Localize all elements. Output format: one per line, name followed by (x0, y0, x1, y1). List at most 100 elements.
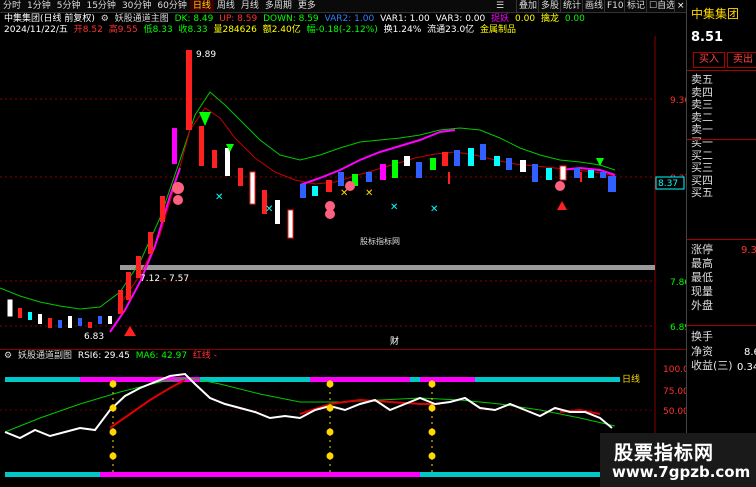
wealth-badge-icon (325, 209, 335, 219)
candle (442, 152, 448, 166)
stats-button[interactable]: 统计 (560, 0, 583, 12)
butterfly-icon: ✕ (265, 204, 273, 215)
catch-demon-label: 捉妖 (491, 14, 510, 24)
bar-date: 2024/11/22/五 (4, 25, 68, 35)
panel-stock-name: 中集集团 (691, 7, 740, 21)
period-tab-monthly[interactable]: 月线 (238, 0, 262, 12)
candle (287, 209, 294, 239)
candle (68, 316, 72, 328)
candle (108, 316, 112, 324)
stat-row: 现量 (691, 285, 713, 298)
butterfly-icon: ✕ (365, 188, 373, 199)
finance-marker: 财 (390, 335, 399, 347)
period-tab-30min[interactable]: 30分钟 (119, 0, 154, 12)
candle (199, 126, 204, 166)
bar-change: 幅-0.18(-2.12%) (306, 25, 378, 35)
candle (58, 320, 62, 328)
candle (338, 172, 344, 186)
candle (172, 128, 177, 164)
candle (559, 165, 567, 181)
spike-mark (580, 172, 582, 182)
dragon-value: 0.00 (564, 14, 585, 24)
candle (275, 200, 280, 224)
overlay-button[interactable]: 叠加 (516, 0, 539, 12)
coin-icon (326, 380, 334, 388)
butterfly-icon: ✕ (430, 204, 438, 215)
range-label: 7.12 - 7.57 (140, 274, 189, 284)
coin-icon (326, 452, 334, 460)
watchlist-checkbox[interactable]: ☐自选 (646, 0, 677, 12)
mark-button[interactable]: 标记 (624, 0, 647, 12)
watermark-url: www.7gpzb.com (612, 463, 751, 481)
candle (480, 144, 486, 160)
candle (520, 160, 526, 172)
candle (608, 176, 616, 192)
main-candlestick-chart[interactable]: ✕ ✕ ✕ ✕ ✕ ✕ 9.89 6.83 7.12 - 7.57 股标指标网 … (0, 36, 686, 348)
coin-icon (428, 404, 436, 412)
sell-arrow-icon (199, 112, 211, 126)
panel-price: 8.51 (691, 30, 724, 45)
sub-axis-label: 50.00 (663, 407, 686, 417)
lower-band-highlight (100, 472, 420, 477)
period-tab-daily[interactable]: 日线 (189, 0, 214, 12)
candle (366, 172, 372, 182)
wealth-badge-icon (173, 195, 183, 205)
channel-upper-line (0, 91, 616, 310)
period-tab-multi[interactable]: 多周期 (262, 0, 295, 12)
var1-value: VAR1: 1.00 (380, 14, 430, 24)
stat-row: 最低 (691, 271, 713, 284)
channel-lower-line (119, 107, 616, 306)
candle (98, 316, 102, 324)
panel-divider (687, 325, 756, 326)
bar-amount: 额2.40亿 (262, 25, 301, 35)
ma6-line (4, 377, 616, 433)
candle (238, 168, 243, 186)
dragon-label: 擒龙 (540, 14, 559, 24)
net-assets-value: 8.67 (744, 347, 756, 358)
candle (38, 314, 42, 324)
sub-axis-label: 75.00 (663, 387, 686, 397)
extra-row: 收益(三) (691, 359, 733, 372)
coin-icon (428, 428, 436, 436)
buy-arrow-icon (124, 326, 136, 336)
candle (186, 50, 192, 130)
gear-icon[interactable]: ⚙ (101, 14, 109, 24)
menu-icon[interactable]: ☰ (496, 0, 504, 12)
candle (494, 156, 500, 166)
coin-icon (109, 428, 117, 436)
order-book-row: 买五 (691, 186, 713, 200)
coin-icon (109, 404, 117, 412)
rsi-sub-chart[interactable]: 日线 100.0 75.00 50.00 (0, 350, 686, 485)
bar-open: 开8.52 (73, 25, 103, 35)
multi-stock-button[interactable]: 多股 (538, 0, 561, 12)
close-icon[interactable]: × (674, 0, 687, 12)
price-axis-label: 7.86 (670, 278, 686, 288)
current-price-label: 8.37 (658, 179, 678, 189)
quote-panel: 中集集团 8.51 买入 卖出 卖五 卖四 卖三 卖二 卖一 买一 买二 买三 … (686, 0, 756, 487)
period-tab-weekly[interactable]: 周线 (214, 0, 238, 12)
period-tab-more[interactable]: 更多 (295, 0, 319, 12)
candle (574, 168, 580, 178)
buy-button[interactable]: 买入 (693, 52, 725, 68)
period-tab-60min[interactable]: 60分钟 (154, 0, 189, 12)
period-tab-15min[interactable]: 15分钟 (83, 0, 118, 12)
draw-button[interactable]: 画线 (582, 0, 605, 12)
candle (18, 308, 22, 318)
coin-icon (428, 452, 436, 460)
var2-value: VAR2: 1.00 (324, 14, 375, 24)
period-tab-1min[interactable]: 1分钟 (24, 0, 54, 12)
limit-up-value: 9.30 (741, 245, 756, 256)
f10-button[interactable]: F10 (604, 0, 626, 12)
bar-turnover: 换1.24% (383, 25, 422, 35)
candle (454, 150, 460, 166)
indicator-name[interactable]: 妖股通道主图 (115, 14, 169, 24)
candle (506, 158, 512, 170)
sub-axis-label: 100.0 (663, 365, 686, 375)
candle (78, 318, 82, 326)
bar-high: 高9.55 (108, 25, 138, 35)
candle (300, 184, 306, 198)
period-tab-timeshare[interactable]: 分时 (0, 0, 24, 12)
sell-button[interactable]: 卖出 (727, 52, 756, 68)
candle (380, 164, 386, 180)
period-tab-5min[interactable]: 5分钟 (54, 0, 84, 12)
